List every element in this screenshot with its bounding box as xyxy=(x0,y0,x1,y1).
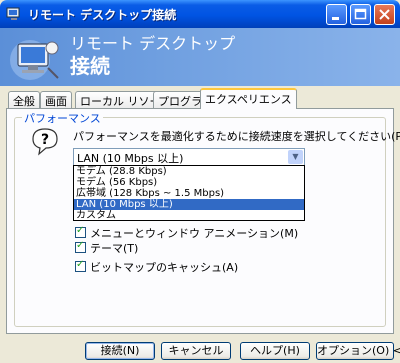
bitmap-cache-label[interactable]: ビットマップのキャッシュ(A) xyxy=(90,259,238,275)
select-value: LAN (10 Mbps 以上) xyxy=(77,152,184,165)
speed-prompt: パフォーマンスを最適化するために接続速度を選択してください(P) xyxy=(73,130,400,143)
close-icon xyxy=(379,9,390,20)
help-button[interactable]: ヘルプ(H) xyxy=(240,342,310,360)
connection-speed-select[interactable]: LAN (10 Mbps 以上) ▼ xyxy=(73,148,305,166)
connection-speed-list[interactable]: モデム (28.8 Kbps) モデム (56 Kbps) 広帯域 (128 K… xyxy=(73,165,305,221)
close-button[interactable] xyxy=(374,4,395,25)
window-title: リモート デスクトップ接続 xyxy=(28,8,177,22)
connect-button[interactable]: 接続(N) xyxy=(85,342,155,360)
minimize-button[interactable] xyxy=(326,4,347,25)
menu-animation-checkbox[interactable] xyxy=(75,225,86,238)
remote-desktop-banner-icon xyxy=(10,40,59,80)
tab-general[interactable]: 全般 xyxy=(8,91,40,108)
maximize-icon xyxy=(354,8,367,20)
remote-desktop-icon xyxy=(6,7,20,20)
option-broadband[interactable]: 広帯域 (128 Kbps ~ 1.5 Mbps) xyxy=(74,188,304,199)
minimize-icon xyxy=(332,17,339,20)
option-modem-28[interactable]: モデム (28.8 Kbps) xyxy=(74,166,304,177)
menu-animation-label[interactable]: メニューとウィンドウ アニメーション(M) xyxy=(90,225,298,241)
question-icon: ? xyxy=(32,128,58,156)
options-button[interactable]: オプション(O) << xyxy=(316,342,400,360)
performance-group-label: パフォーマンス xyxy=(22,110,103,126)
banner-title: 接続 xyxy=(70,54,110,78)
chevron-down-icon[interactable]: ▼ xyxy=(288,150,303,164)
option-modem-56[interactable]: モデム (56 Kbps) xyxy=(74,177,304,188)
themes-label[interactable]: テーマ(T) xyxy=(90,240,138,256)
maximize-button[interactable] xyxy=(350,4,371,25)
themes-checkbox[interactable] xyxy=(75,240,86,253)
option-custom[interactable]: カスタム xyxy=(74,210,304,221)
svg-text:?: ? xyxy=(41,132,49,148)
tab-display[interactable]: 画面 xyxy=(40,91,72,108)
option-lan[interactable]: LAN (10 Mbps 以上) xyxy=(74,199,304,210)
cancel-button[interactable]: キャンセル xyxy=(161,342,231,360)
bitmap-cache-checkbox[interactable] xyxy=(75,259,86,272)
tab-experience[interactable]: エクスペリエンス xyxy=(200,88,297,109)
